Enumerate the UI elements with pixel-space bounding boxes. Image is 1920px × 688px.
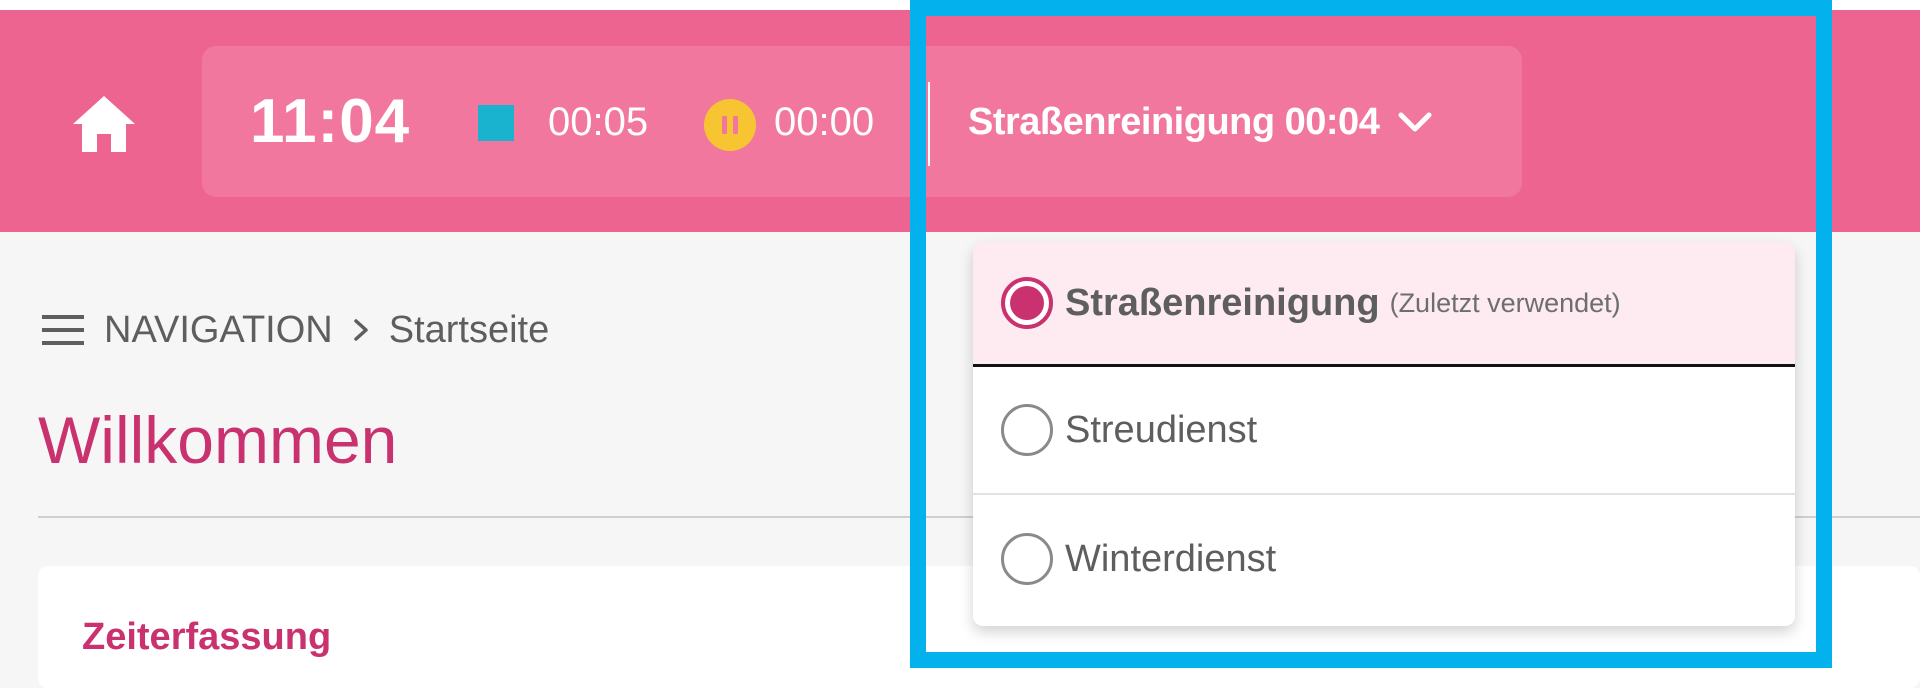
option-label: Winterdienst xyxy=(1065,537,1277,580)
radio-unselected[interactable] xyxy=(1001,533,1053,585)
work-square-icon xyxy=(478,105,514,141)
work-time: 00:05 xyxy=(548,100,649,144)
hamburger-menu-icon[interactable] xyxy=(42,315,84,345)
option-label: Streudienst xyxy=(1065,408,1258,451)
breadcrumb-current: Startseite xyxy=(388,308,550,351)
page-title: Willkommen xyxy=(38,403,398,477)
radio-unselected[interactable] xyxy=(1001,404,1053,456)
home-button[interactable] xyxy=(70,90,138,158)
divider xyxy=(928,82,930,166)
card-title: Zeiterfassung xyxy=(82,616,332,658)
current-task-label: Straßenreinigung 00:04 xyxy=(968,100,1380,143)
task-dropdown: Straßenreinigung (Zuletzt verwendet) Str… xyxy=(973,242,1795,626)
option-label: Straßenreinigung xyxy=(1065,281,1380,324)
top-bar: 11:04 00:05 00:00 Straßenreinigung 00:04 xyxy=(0,10,1920,232)
chevron-down-icon xyxy=(1398,112,1432,132)
task-option-streudienst[interactable]: Streudienst xyxy=(973,367,1795,495)
timer-panel: 11:04 00:05 00:00 Straßenreinigung 00:04 xyxy=(202,46,1522,197)
breadcrumb-navigation[interactable]: NAVIGATION xyxy=(104,309,333,352)
task-option-winterdienst[interactable]: Winterdienst xyxy=(973,495,1795,623)
breadcrumb: NAVIGATION Startseite xyxy=(42,308,549,352)
option-note: (Zuletzt verwendet) xyxy=(1389,287,1621,318)
radio-selected[interactable] xyxy=(1001,277,1053,329)
task-select[interactable]: Straßenreinigung 00:04 xyxy=(968,92,1433,152)
home-icon xyxy=(73,96,135,152)
task-option-strassenreinigung[interactable]: Straßenreinigung (Zuletzt verwendet) xyxy=(973,242,1795,367)
clock: 11:04 xyxy=(250,87,411,156)
top-strip xyxy=(0,0,1920,10)
pause-icon[interactable] xyxy=(704,99,756,151)
pause-time: 00:00 xyxy=(774,100,875,144)
chevron-right-icon xyxy=(353,319,368,341)
